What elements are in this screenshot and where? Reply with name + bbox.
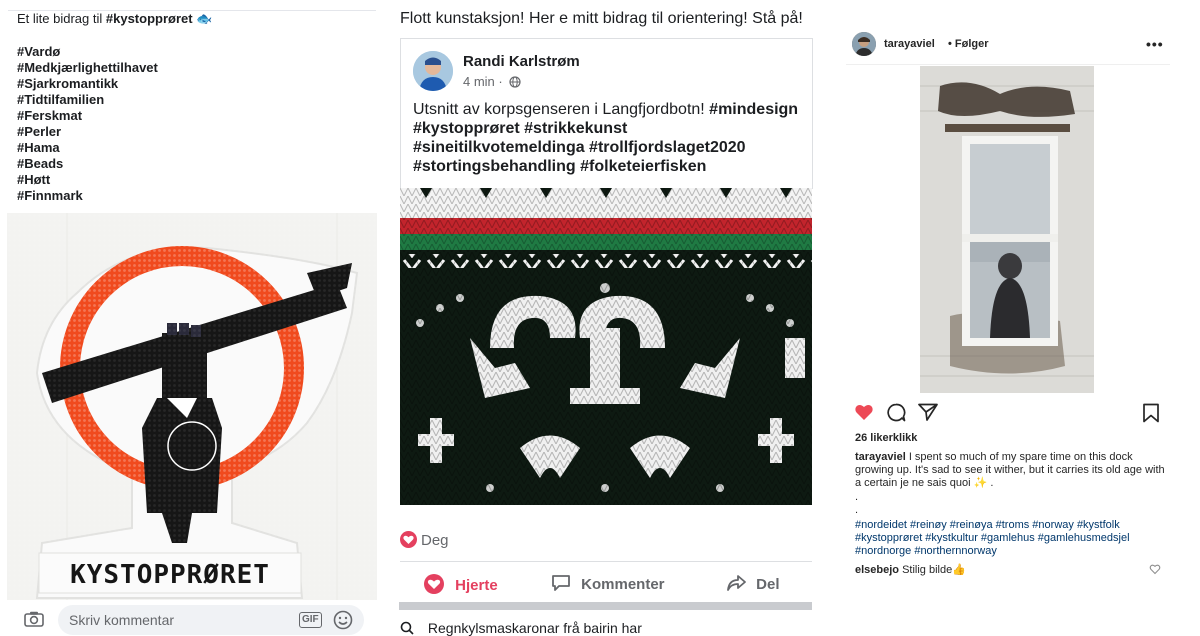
hashtag-item[interactable]: #Perler: [17, 124, 158, 140]
username[interactable]: tarayaviel: [884, 38, 935, 50]
search-icon: [400, 621, 414, 635]
post-text-plain: Utsnitt av korpsgenseren i Langfjordbotn…: [413, 101, 710, 118]
post-text: Utsnitt av korpsgenseren i Langfjordbotn…: [413, 100, 803, 176]
knit-pattern-image: [400, 188, 812, 505]
bead-text: KYSTOPPRØRET: [70, 560, 270, 590]
caption-dots: . .: [855, 491, 858, 517]
hashtag-item[interactable]: #Beads: [17, 156, 158, 172]
window-photo[interactable]: [920, 66, 1094, 393]
love-button[interactable]: Hjerte: [423, 574, 498, 594]
reaction-summary[interactable]: Deg: [421, 532, 449, 549]
hashtag-item[interactable]: #Høtt: [17, 172, 158, 188]
share-button[interactable]: Del: [726, 574, 780, 593]
send-icon[interactable]: [918, 403, 938, 421]
love-reaction-icon: [400, 531, 417, 548]
knit-sweater-photo[interactable]: [400, 188, 812, 505]
time-separator: ·: [498, 74, 503, 89]
post-caption: tarayaviel I spent so much of my spare t…: [855, 451, 1165, 489]
love-label: Hjerte: [455, 577, 498, 594]
share-icon: [727, 575, 746, 591]
comment-like-icon[interactable]: [1149, 563, 1161, 575]
like-heart-icon[interactable]: [854, 403, 874, 421]
author-name[interactable]: Randi Karlstrøm: [463, 53, 580, 70]
hashtag-item[interactable]: #Medkjærlighettilhavet: [17, 60, 158, 76]
comment-button[interactable]: Kommenter: [551, 574, 665, 593]
comment-placeholder: Skriv kommentar: [69, 612, 175, 628]
dot-line: .: [855, 491, 859, 503]
hashtag-item[interactable]: #Sjarkromantikk: [17, 76, 158, 92]
comment-text: Flott kunstaksjon! Her e mitt bidrag til…: [400, 10, 803, 27]
next-post-text: Regnkylsmaskaronar frå bairin har: [400, 620, 642, 636]
post-time-value: 4 min: [463, 74, 495, 89]
next-post-snippet: Regnkylsmaskaronar frå bairin har: [427, 620, 642, 636]
hashtag-item[interactable]: #Hama: [17, 140, 158, 156]
window-image: [920, 66, 1094, 393]
bead-art-image: KYSTOPPRØRET: [7, 213, 377, 600]
like-count[interactable]: 26 likerklikk: [855, 432, 917, 444]
dot-line: .: [855, 504, 859, 516]
hashtag-list[interactable]: #nordeidet #reinøy #reinøya #troms #norw…: [855, 519, 1165, 557]
feed-separator: [399, 602, 812, 610]
hashtag-item[interactable]: #Finnmark: [17, 188, 158, 204]
hashtag-item[interactable]: #Ferskmat: [17, 108, 158, 124]
left-post-panel: Et lite bidrag til #kystopprøret 🐟 #Vard…: [0, 0, 384, 635]
bead-art-photo[interactable]: KYSTOPPRØRET: [7, 213, 377, 600]
caption-username[interactable]: tarayaviel: [855, 451, 906, 463]
more-options-icon[interactable]: •••: [1146, 36, 1164, 52]
caption-hashtag[interactable]: #kystopprøret: [106, 11, 193, 26]
camera-icon[interactable]: [24, 611, 44, 627]
follow-status[interactable]: • Følger: [948, 38, 989, 50]
fish-emoji: 🐟: [196, 11, 213, 26]
heart-icon: [424, 574, 444, 594]
hashtag-list: #Vardø #Medkjærlighettilhavet #Sjarkroma…: [17, 44, 158, 204]
avatar[interactable]: [852, 32, 876, 56]
share-label: Del: [756, 576, 780, 593]
comment-label: Kommenter: [581, 576, 665, 593]
divider: [846, 64, 1170, 65]
comment-icon: [552, 575, 570, 591]
comment-text: Stilig bilde👍: [899, 564, 966, 576]
avatar[interactable]: [413, 51, 453, 91]
comment-row: elsebejo Stilig bilde👍: [855, 563, 966, 576]
hashtag-item[interactable]: #Vardø: [17, 44, 158, 60]
follow-label: Følger: [954, 38, 989, 50]
globe-icon: [509, 76, 521, 88]
bookmark-icon[interactable]: [1142, 403, 1160, 423]
hashtag-item[interactable]: #Tidtilfamilien: [17, 92, 158, 108]
post-time: 4 min ·: [463, 74, 503, 89]
divider: [400, 561, 812, 562]
caption-prefix: Et lite bidrag til: [17, 11, 106, 26]
comment-bubble-icon[interactable]: [886, 403, 906, 422]
post-caption: Et lite bidrag til #kystopprøret 🐟: [17, 11, 212, 27]
gif-button[interactable]: GIF: [299, 612, 322, 628]
avatar-image: [413, 51, 453, 91]
comment-username[interactable]: elsebejo: [855, 564, 899, 576]
emoji-icon[interactable]: [333, 610, 353, 630]
